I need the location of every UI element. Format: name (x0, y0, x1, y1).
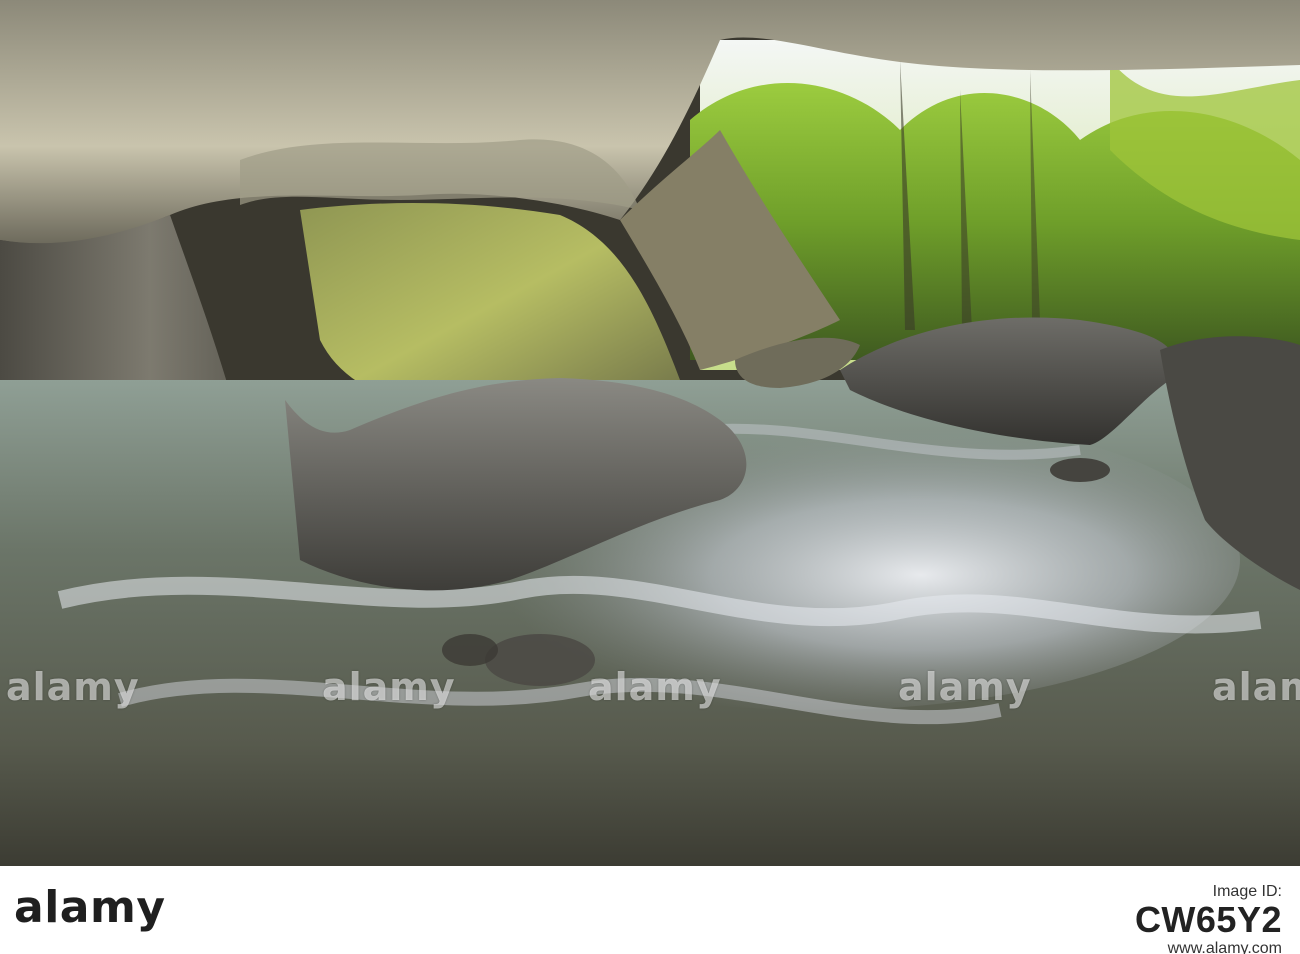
cave-river-photo (0, 0, 1300, 866)
submerged-rock (442, 634, 498, 666)
footer-logo: alamy (14, 882, 166, 933)
small-rock (1050, 458, 1110, 482)
site-url: www.alamy.com (1167, 939, 1282, 954)
submerged-rock (485, 634, 595, 686)
photo-illustration (0, 0, 1300, 866)
image-id: CW65Y2 (1134, 899, 1282, 941)
page: alamy alamy alamy alamy alamy alamy Imag… (0, 0, 1300, 954)
footer-bar: alamy Image ID: CW65Y2 www.alamy.com (0, 866, 1300, 954)
image-meta: Image ID: CW65Y2 www.alamy.com (1135, 882, 1282, 954)
